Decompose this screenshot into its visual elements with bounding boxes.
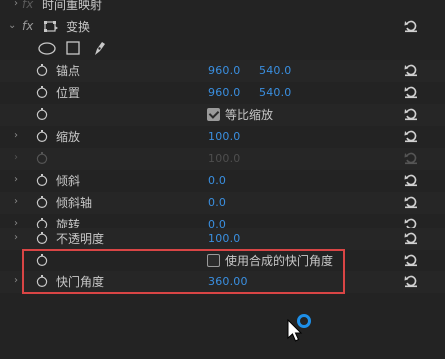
skew-axis-row: › 倾斜轴 0.0 xyxy=(0,192,445,214)
ellipse-mask-icon[interactable] xyxy=(38,42,56,55)
reset-icon[interactable] xyxy=(404,231,418,245)
chevron-right-icon[interactable]: › xyxy=(14,275,22,287)
scale-width-value: 100.0 xyxy=(208,152,241,165)
highlight-box xyxy=(22,249,345,294)
reset-icon[interactable] xyxy=(404,253,418,267)
stopwatch-icon[interactable] xyxy=(36,232,48,244)
position-y-value[interactable]: 540.0 xyxy=(259,85,292,101)
reset-icon[interactable] xyxy=(404,274,418,288)
opacity-row: › 不透明度 100.0 xyxy=(0,228,445,250)
chevron-right-icon[interactable]: › xyxy=(14,0,22,10)
stopwatch-icon[interactable] xyxy=(36,174,48,186)
anchor-y-value[interactable]: 540.0 xyxy=(259,63,292,79)
skew-label: 倾斜 xyxy=(56,174,81,188)
stopwatch-icon[interactable] xyxy=(36,64,48,76)
chevron-right-icon[interactable]: › xyxy=(14,174,22,186)
position-x-value[interactable]: 960.0 xyxy=(208,85,241,101)
reset-icon[interactable] xyxy=(404,107,418,121)
skew-axis-label: 倾斜轴 xyxy=(56,196,93,210)
scale-value[interactable]: 100.0 xyxy=(208,129,241,145)
reset-icon[interactable] xyxy=(404,129,418,143)
cursor-icon xyxy=(287,319,303,342)
position-label: 位置 xyxy=(56,86,81,100)
time-remap-label: 时间重映射 xyxy=(42,0,103,12)
chevron-down-icon[interactable]: ⌄ xyxy=(8,20,16,32)
scale-row: › 缩放 100.0 xyxy=(0,126,445,148)
stopwatch-icon[interactable] xyxy=(36,130,48,142)
rectangle-mask-icon[interactable] xyxy=(66,41,80,55)
anchor-label: 锚点 xyxy=(56,64,81,78)
stopwatch-icon[interactable] xyxy=(36,86,48,98)
opacity-label: 不透明度 xyxy=(56,232,105,246)
pen-icon[interactable] xyxy=(93,40,107,56)
reset-icon[interactable] xyxy=(404,85,418,99)
reset-icon[interactable] xyxy=(404,63,418,77)
reset-icon xyxy=(404,152,417,165)
time-remap-row[interactable]: › fx 时间重映射 xyxy=(0,0,445,16)
opacity-value[interactable]: 100.0 xyxy=(208,231,241,247)
transform-label: 变换 xyxy=(66,20,91,34)
skew-row: › 倾斜 0.0 xyxy=(0,170,445,192)
chevron-right-icon: › xyxy=(14,152,18,163)
transform-row[interactable]: ⌄ fx 变换 xyxy=(0,16,445,38)
uniform-scale-checkbox[interactable] xyxy=(207,108,220,121)
chevron-right-icon[interactable]: › xyxy=(14,196,22,208)
stopwatch-icon[interactable] xyxy=(36,196,48,208)
stopwatch-icon[interactable] xyxy=(36,108,48,120)
reset-icon[interactable] xyxy=(404,19,418,33)
skew-value[interactable]: 0.0 xyxy=(208,173,226,189)
uniform-scale-label: 等比缩放 xyxy=(225,108,274,122)
fx-icon[interactable]: fx xyxy=(22,19,33,33)
anchor-row: 锚点 960.0 540.0 xyxy=(0,60,445,82)
skew-axis-value[interactable]: 0.0 xyxy=(208,195,226,211)
chevron-right-icon[interactable]: › xyxy=(14,232,22,244)
mask-tools-row xyxy=(0,38,445,60)
uniform-scale-row: 等比缩放 xyxy=(0,104,445,126)
fx-icon: fx xyxy=(22,0,34,11)
reset-icon[interactable] xyxy=(404,195,418,209)
stopwatch-icon xyxy=(36,152,48,164)
scale-label: 缩放 xyxy=(56,130,81,144)
position-row: 位置 960.0 540.0 xyxy=(0,82,445,104)
scale-width-row: › 100.0 xyxy=(0,148,445,170)
anchor-x-value[interactable]: 960.0 xyxy=(208,63,241,79)
chevron-right-icon[interactable]: › xyxy=(14,130,22,142)
reset-icon[interactable] xyxy=(404,173,418,187)
transform-icon xyxy=(44,21,58,32)
